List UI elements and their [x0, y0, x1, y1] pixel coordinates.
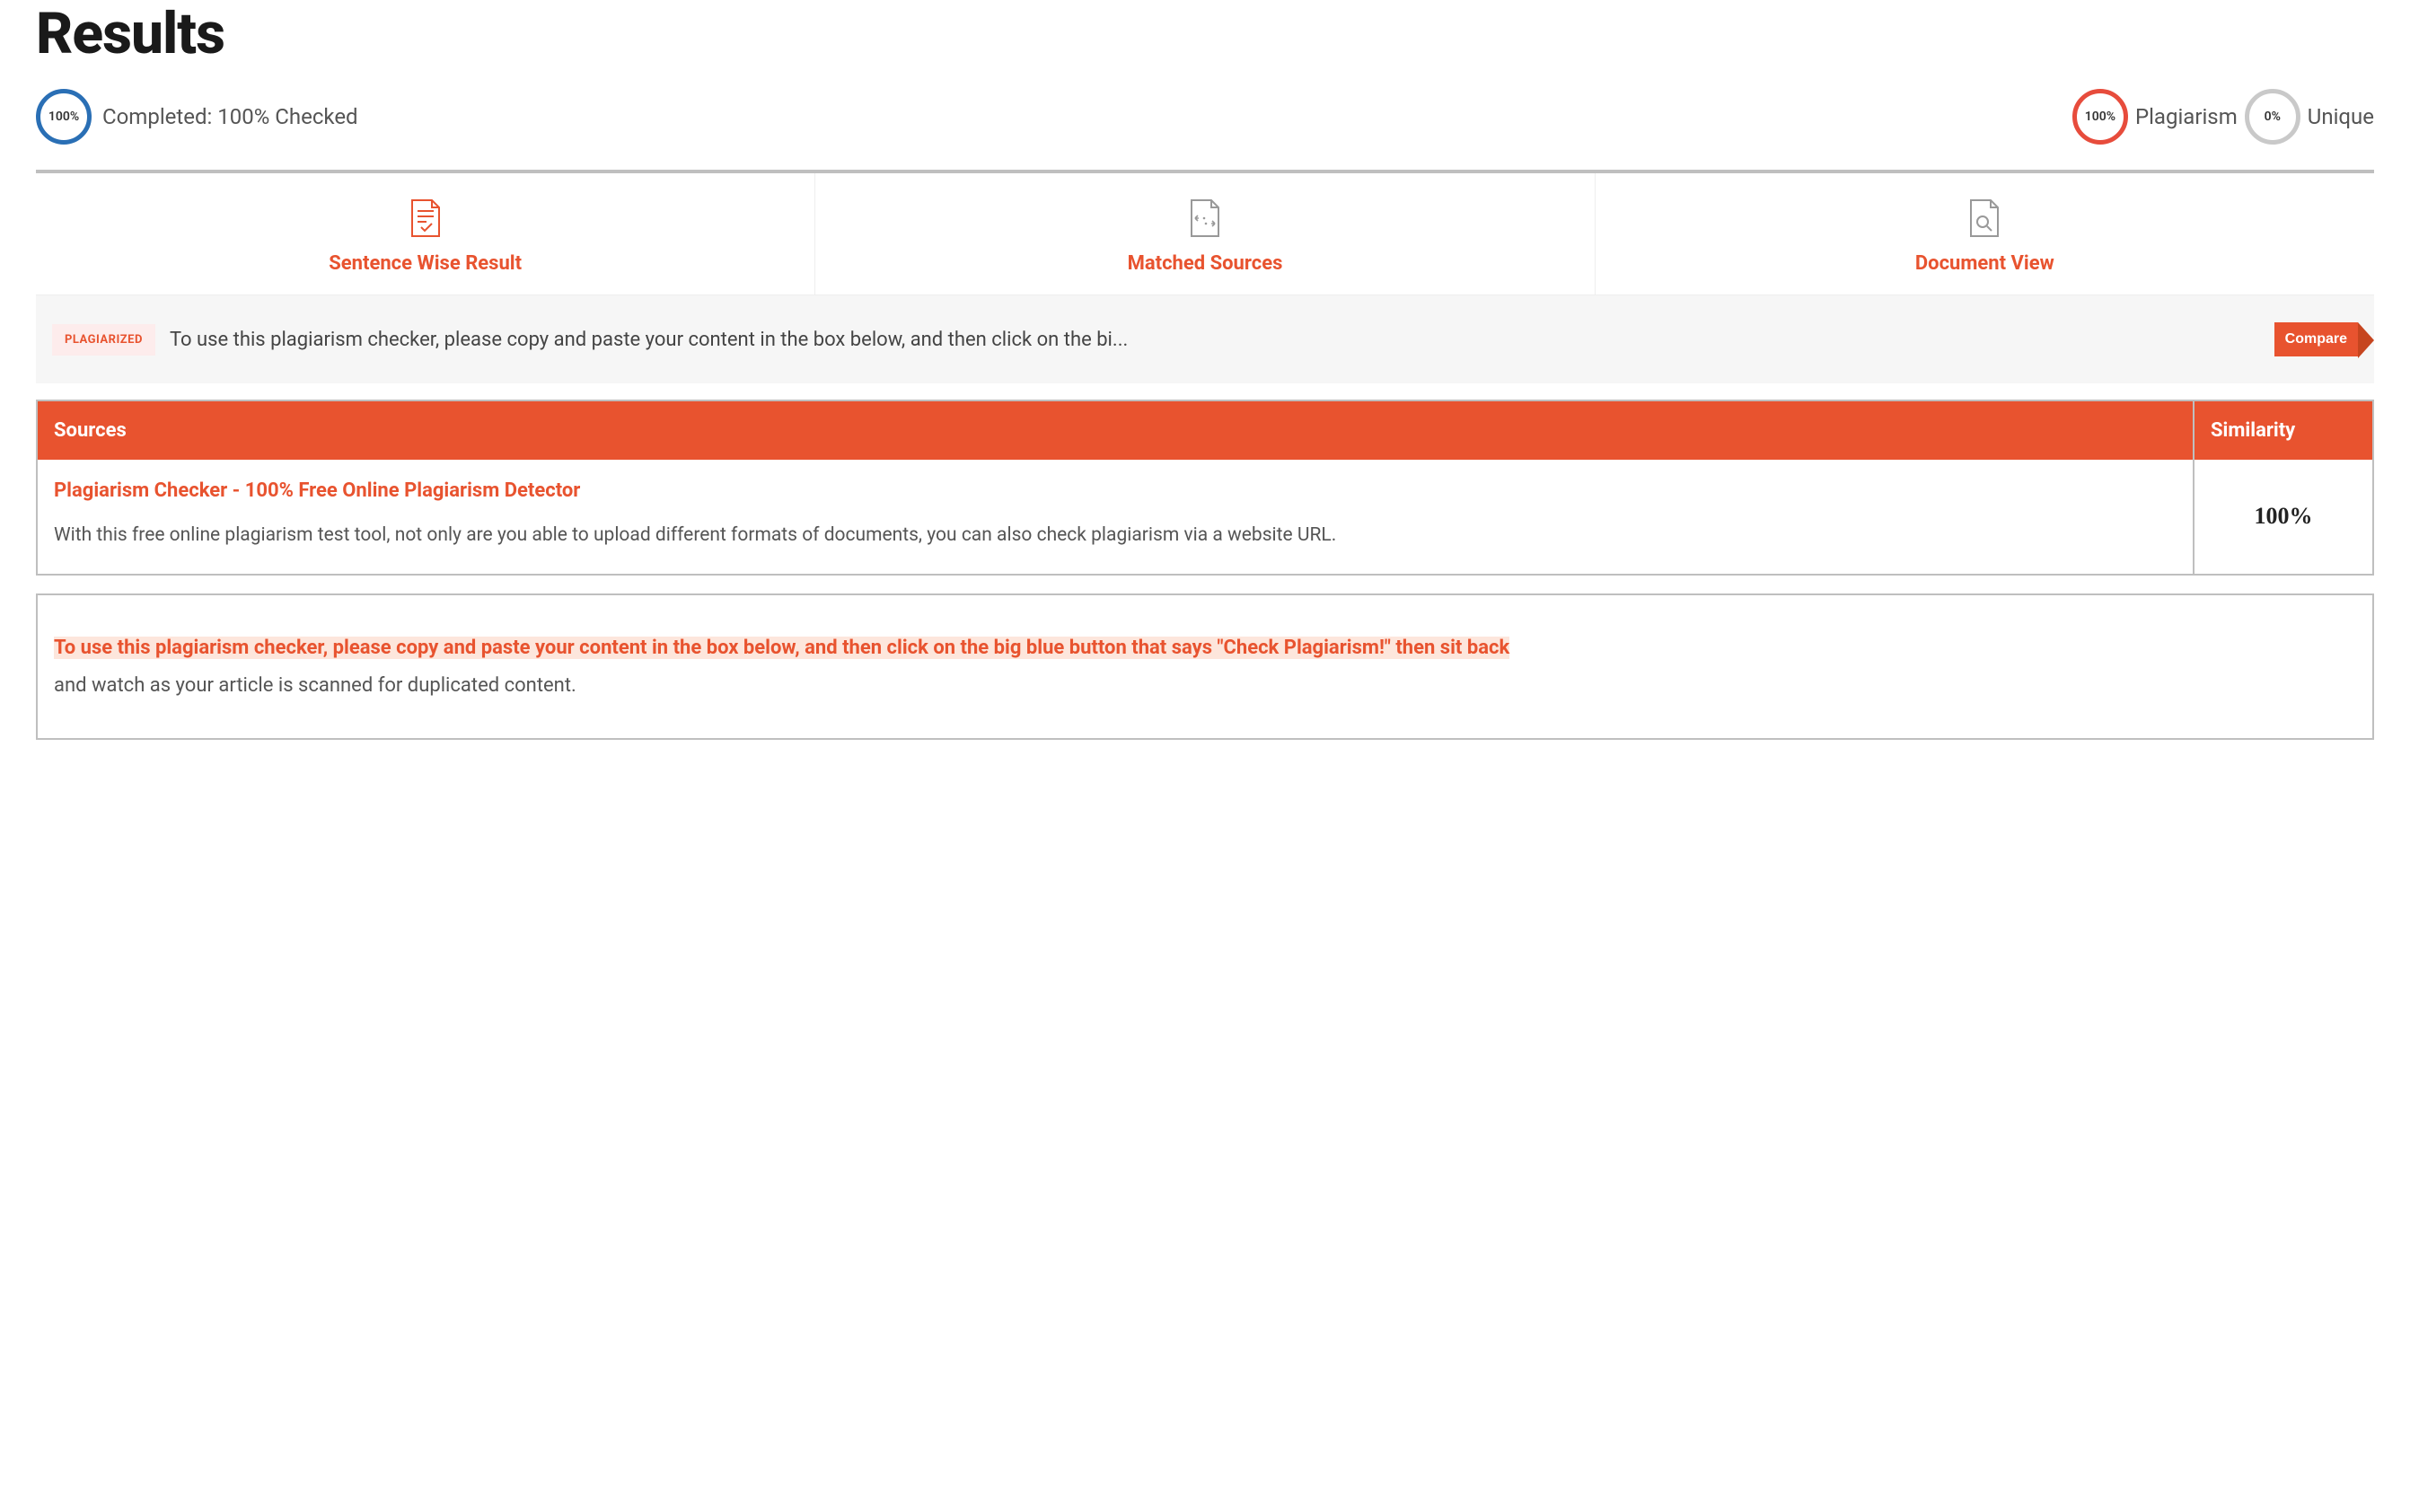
tab-matched-label: Matched Sources — [824, 252, 1585, 275]
plagiarism-label: Plagiarism — [2135, 104, 2238, 129]
sentence-panel: PLAGIARIZED To use this plagiarism check… — [36, 295, 2374, 383]
tab-document-label: Document View — [1605, 252, 2365, 275]
document-search-icon — [1967, 198, 2001, 238]
plagiarism-ring: 100% — [2072, 89, 2128, 145]
tab-document-view[interactable]: Document View — [1595, 173, 2374, 294]
unique-label: Unique — [2308, 104, 2374, 129]
completion-ring: 100% — [36, 89, 92, 145]
compare-button[interactable]: Compare — [2274, 322, 2358, 356]
tab-sentence-label: Sentence Wise Result — [45, 252, 805, 275]
tab-sentence-wise[interactable]: Sentence Wise Result — [36, 173, 814, 294]
stats-row: 100% Completed: 100% Checked 100% Plagia… — [36, 89, 2374, 145]
header-sources: Sources — [37, 400, 2194, 460]
document-remainder: and watch as your article is scanned for… — [54, 674, 576, 697]
document-swap-icon — [1188, 198, 1222, 238]
document-view-panel: To use this plagiarism checker, please c… — [36, 593, 2374, 741]
source-title-link[interactable]: Plagiarism Checker - 100% Free Online Pl… — [54, 479, 2177, 502]
table-row: Plagiarism Checker - 100% Free Online Pl… — [37, 460, 2373, 575]
tab-matched-sources[interactable]: Matched Sources — [814, 173, 1594, 294]
completion-stat: 100% Completed: 100% Checked — [36, 89, 358, 145]
page-title: Results — [36, 0, 2374, 67]
header-similarity: Similarity — [2194, 400, 2373, 460]
source-cell: Plagiarism Checker - 100% Free Online Pl… — [37, 460, 2194, 575]
tabs: Sentence Wise Result Matched Sources Doc… — [36, 173, 2374, 295]
highlighted-text: To use this plagiarism checker, please c… — [54, 637, 1509, 659]
similarity-value: 100% — [2194, 460, 2373, 575]
source-description: With this free online plagiarism test to… — [54, 518, 2177, 554]
sources-table: Sources Similarity Plagiarism Checker - … — [36, 400, 2374, 576]
document-check-icon — [409, 198, 443, 238]
unique-ring: 0% — [2245, 89, 2300, 145]
sentence-text: To use this plagiarism checker, please c… — [170, 329, 2260, 351]
plagiarized-badge: PLAGIARIZED — [52, 324, 155, 356]
score-stats: 100% Plagiarism 0% Unique — [2072, 89, 2374, 145]
completion-label: Completed: 100% Checked — [102, 104, 358, 129]
